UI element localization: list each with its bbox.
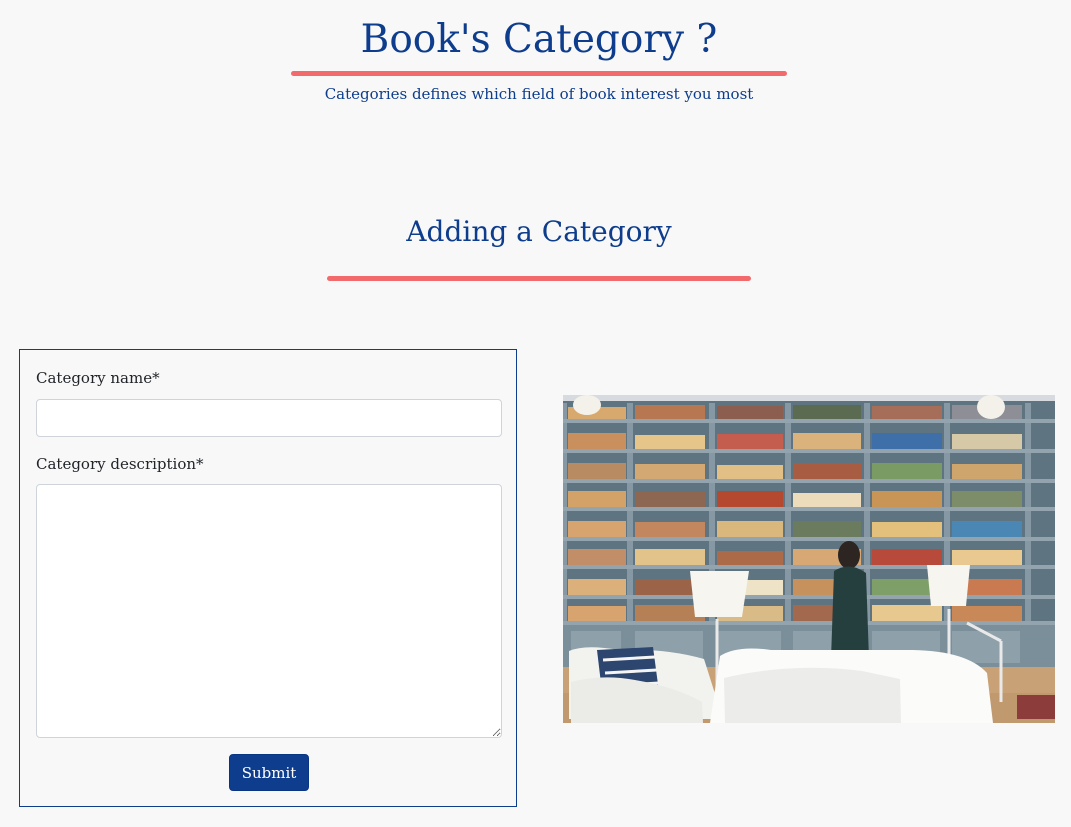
category-name-input[interactable] xyxy=(36,399,502,437)
category-name-label: Category name* xyxy=(36,369,160,387)
page-title: Book's Category ? xyxy=(360,17,718,62)
add-category-form: Category name* Category description* Sub… xyxy=(19,349,517,807)
page-subtitle: Categories defines which field of book i… xyxy=(324,85,754,103)
section-underline xyxy=(327,276,751,281)
section-title: Adding a Category xyxy=(406,215,672,248)
library-image xyxy=(563,395,1055,723)
category-description-label: Category description* xyxy=(36,455,204,473)
submit-button[interactable]: Submit xyxy=(229,754,309,791)
title-underline xyxy=(291,71,787,76)
category-description-textarea[interactable] xyxy=(36,484,502,738)
